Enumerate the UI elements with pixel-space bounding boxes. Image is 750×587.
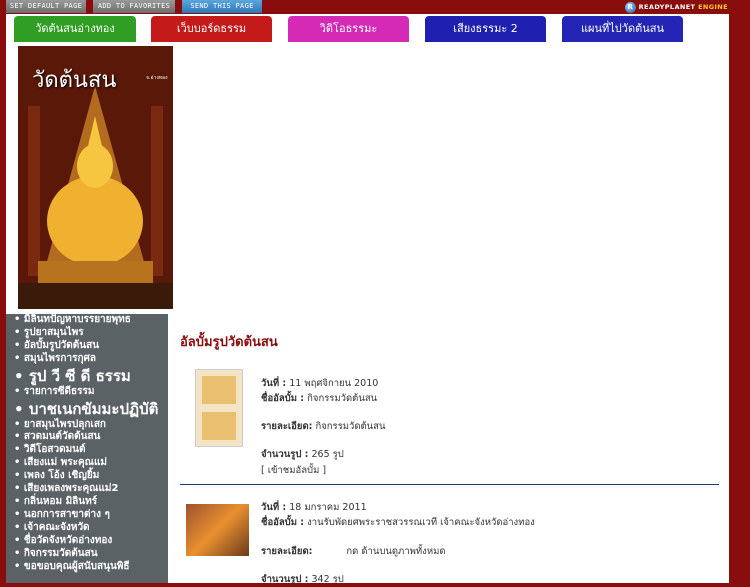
right-border — [729, 14, 750, 583]
album-name: กิจกรรมวัดต้นสน — [307, 393, 378, 404]
sidebar-item[interactable]: อัลบั้มรูปวัดต้นสน — [6, 340, 168, 353]
top-toolbar: SET DEFAULT PAGE ADD TO FAVORITES SEND T… — [0, 0, 750, 14]
page-body: วัดต้นสนอ่างทอง เว็บบอร์ดธรรม วิดิโอธรรม… — [6, 14, 729, 585]
album-thumbnail[interactable] — [186, 504, 249, 556]
readyplanet-logo-icon: R — [624, 1, 636, 13]
sidebar-item[interactable]: สวดมนต์วัดต้นสน — [6, 431, 168, 444]
tab-video-dhamma[interactable]: วิดิโอธรรมะ — [288, 16, 409, 42]
hero-title: วัดต้นสน — [32, 68, 117, 93]
hero-buddha-image: วัดต้นสน จ.อ่างทอง — [18, 46, 173, 309]
sidebar-item[interactable]: วิดีโอสวดมนต์ — [6, 444, 168, 457]
album-name-label: ชื่ออัลบั้ม : — [261, 393, 305, 404]
date-label: วันที่ : — [261, 502, 287, 513]
brand-name: READYPLANET — [638, 3, 696, 11]
sidebar-item[interactable]: เจ้าคณะจังหวัด — [6, 522, 168, 535]
brand-suffix: ENGINE — [698, 3, 728, 11]
send-this-page-button[interactable]: SEND THIS PAGE — [182, 0, 262, 13]
album-item-2: วันที่ : 18 มกราคม 2011 ชื่ออัลบั้ม : งา… — [178, 494, 723, 585]
album-divider — [180, 484, 719, 485]
add-to-favorites-button[interactable]: ADD TO FAVORITES — [93, 0, 175, 13]
sidebar-item[interactable]: กิจกรรมวัดต้นสน — [6, 548, 168, 561]
album-detail: กด ด้านบนดูภาพทั้งหมด — [346, 546, 446, 557]
count-label: จำนวนรูป : — [261, 449, 309, 460]
album-name: งานรับพัดยศพระราชสวรรณเวที เจ้าคณะจังหวั… — [307, 517, 535, 528]
album-count: 342 รูป — [311, 574, 344, 585]
sidebar-menu: มิลินทปัญหาบรรยายพุทธรูปยาสมุนไพรอัลบั้ม… — [6, 314, 168, 583]
sidebar-item[interactable]: ยาสมุนไพรปลุกเสก — [6, 419, 168, 432]
tab-map[interactable]: แผนที่ไปวัดต้นสน — [562, 16, 683, 42]
enter-album-link[interactable]: [ เข้าชมอัลบั้ม ] — [261, 463, 326, 478]
sidebar-item[interactable]: เสียงเพลงพระคุณแม่2 — [6, 483, 168, 496]
album-name-label: ชื่ออัลบั้ม : — [261, 517, 305, 528]
detail-label: รายละเอียด: — [261, 546, 313, 557]
readyplanet-logo[interactable]: R READYPLANET ENGINE — [624, 0, 728, 14]
sidebar-item[interactable]: บาชเนกขัมมะปฏิบัติ — [6, 399, 168, 419]
tab-dhamma-audio-2[interactable]: เสียงธรรมะ 2 — [425, 16, 546, 42]
sidebar-item[interactable]: รูป วี ซี ดี ธรรม — [6, 366, 168, 386]
album-date: 11 พฤศจิกายน 2010 — [289, 378, 379, 389]
album-thumbnail[interactable] — [195, 369, 243, 447]
hero-subtitle: จ.อ่างทอง — [146, 75, 168, 81]
set-default-page-button[interactable]: SET DEFAULT PAGE — [6, 0, 86, 13]
sidebar-item[interactable]: ชื่อวัดจังหวัดอ่างทอง — [6, 535, 168, 548]
sidebar-item[interactable]: เพลง โอ้ง เชิญยิ้ม — [6, 470, 168, 483]
page-title: อัลบั้มรูปวัดต้นสน — [180, 335, 278, 350]
sidebar-item[interactable]: นอกการสาขาต่าง ๆ — [6, 509, 168, 522]
sidebar-item[interactable]: กลิ่นหอม มิลินทร์ — [6, 496, 168, 509]
nav-tabs: วัดต้นสนอ่างทอง เว็บบอร์ดธรรม วิดิโอธรรม… — [6, 15, 729, 42]
detail-label: รายละเอียด: — [261, 421, 313, 432]
album-item-1: วันที่ : 11 พฤศจิกายน 2010 ชื่ออัลบั้ม :… — [178, 364, 723, 484]
tab-wat-tonson[interactable]: วัดต้นสนอ่างทอง — [14, 16, 136, 42]
sidebar-item[interactable]: มิลินทปัญหาบรรยายพุทธ — [6, 314, 168, 327]
sidebar-item[interactable]: รายการซีดีธรรม — [6, 386, 168, 399]
album-count: 265 รูป — [311, 449, 344, 460]
sidebar-item[interactable]: ขอขอบคุณผู้สนับสนุนพิธี — [6, 561, 168, 574]
album-list: อัลบั้มรูปวัดต้นสน วันที่ : 11 พฤศจิกายน… — [178, 314, 723, 585]
album-date: 18 มกราคม 2011 — [289, 502, 367, 513]
date-label: วันที่ : — [261, 378, 287, 389]
count-label: จำนวนรูป : — [261, 574, 309, 585]
sidebar-item[interactable]: เสียงแม่ พระคุณแม่ — [6, 457, 168, 470]
album-detail: กิจกรรมวัดต้นสน — [315, 421, 386, 432]
sidebar-item[interactable]: สมุนไพรการกุศล — [6, 353, 168, 366]
sidebar-item[interactable]: รูปยาสมุนไพร — [6, 327, 168, 340]
tab-webboard[interactable]: เว็บบอร์ดธรรม — [151, 16, 272, 42]
